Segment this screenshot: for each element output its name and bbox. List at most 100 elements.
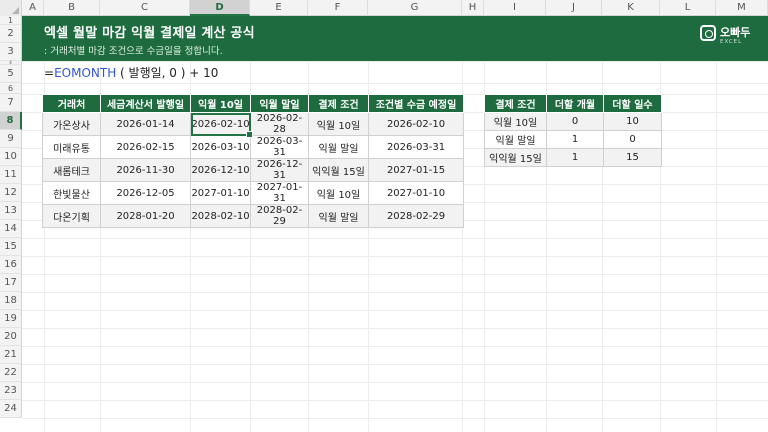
column-header-I[interactable]: I	[484, 0, 546, 16]
column-header-D[interactable]: D	[190, 0, 250, 16]
column-header-L[interactable]: L	[660, 0, 716, 16]
table-cell[interactable]: 익월 말일	[308, 135, 369, 159]
table-cell[interactable]: 2026-02-28	[250, 112, 309, 136]
gridline	[22, 364, 768, 365]
column-header-M[interactable]: M	[716, 0, 768, 16]
table-cell[interactable]: 익월 말일	[308, 204, 369, 228]
gridline	[546, 16, 547, 432]
table-cell[interactable]: 익익월 15일	[484, 148, 547, 167]
table-cell[interactable]: 2027-01-15	[368, 158, 464, 182]
table-cell[interactable]: 익월 10일	[484, 112, 547, 131]
table-cell[interactable]: 2028-02-29	[368, 204, 464, 228]
row-header-1[interactable]: 1	[0, 16, 22, 25]
row-header-5[interactable]: 5	[0, 65, 22, 83]
page-title: 엑셀 월말 마감 익월 결제일 계산 공식	[44, 26, 255, 41]
row-header-11[interactable]: 11	[0, 166, 22, 184]
formula-args: ( 발행일, 0 ) + 10	[116, 66, 219, 80]
formula-prefix: =	[44, 66, 55, 80]
select-all-corner[interactable]	[0, 0, 22, 16]
table-row: 미래유통 2026-02-15 2026-03-10 2026-03-31 익월…	[42, 135, 464, 159]
row-header-9[interactable]: 9	[0, 130, 22, 148]
active-cell[interactable]: 2026-02-10	[190, 112, 254, 139]
table-cell[interactable]: 1	[546, 148, 604, 167]
row-header-17[interactable]: 17	[0, 274, 22, 292]
column-header-B[interactable]: B	[44, 0, 100, 16]
table-row: 익월 말일 1 0	[484, 130, 662, 149]
table-cell[interactable]: 2026-01-14	[100, 112, 191, 136]
page-subtitle: : 거래처별 마감 조건으로 수금일을 정합니다.	[44, 46, 223, 57]
table-cell[interactable]: 2028-01-20	[100, 204, 191, 228]
column-header-E[interactable]: E	[250, 0, 308, 16]
gridline	[22, 256, 768, 257]
table-cell[interactable]: 0	[546, 112, 604, 131]
column-header-C[interactable]: C	[100, 0, 190, 16]
row-header-18[interactable]: 18	[0, 292, 22, 310]
row-header-2[interactable]: 2	[0, 25, 22, 43]
table-row: 익익월 15일 1 15	[484, 148, 662, 167]
table-cell[interactable]: 미래유통	[42, 135, 101, 159]
table-cell[interactable]: 2028-02-29	[250, 204, 309, 228]
row-header-16[interactable]: 16	[0, 256, 22, 274]
row-header-19[interactable]: 19	[0, 310, 22, 328]
header-payment-term[interactable]: 결제 조건	[308, 94, 369, 113]
row-header-21[interactable]: 21	[0, 346, 22, 364]
header-client[interactable]: 거래처	[42, 94, 101, 113]
table-cell[interactable]: 익월 10일	[308, 112, 369, 136]
row-header-12[interactable]: 12	[0, 184, 22, 202]
table-cell[interactable]: 2026-11-30	[100, 158, 191, 182]
table-cell[interactable]: 2026-03-31	[368, 135, 464, 159]
logo-text: 오빠두	[720, 26, 751, 39]
row-header-24[interactable]: 24	[0, 400, 22, 418]
table-cell[interactable]: 가온상사	[42, 112, 101, 136]
header-invoice-date[interactable]: 세금계산서 발행일	[100, 94, 191, 113]
table-cell[interactable]: 2026-12-10	[190, 158, 251, 182]
header-add-months[interactable]: 더할 개월	[546, 94, 604, 113]
column-header-J[interactable]: J	[546, 0, 602, 16]
table-row: 가온상사 2026-01-14 2026-02-10 2026-02-28 익월…	[42, 112, 464, 139]
table-cell[interactable]: 새롬테크	[42, 158, 101, 182]
table-cell[interactable]: 2026-03-10	[190, 135, 251, 159]
table-cell[interactable]: 한빛물산	[42, 181, 101, 205]
table-cell[interactable]: 15	[603, 148, 662, 167]
column-header-A[interactable]: A	[22, 0, 44, 16]
row-header-10[interactable]: 10	[0, 148, 22, 166]
table-cell[interactable]: 2026-02-15	[100, 135, 191, 159]
header-payment-term[interactable]: 결제 조건	[484, 94, 547, 113]
row-header-23[interactable]: 23	[0, 382, 22, 400]
gridline	[22, 400, 768, 401]
header-expected-date[interactable]: 조건별 수금 예정일	[368, 94, 464, 113]
table-cell[interactable]: 2026-12-31	[250, 158, 309, 182]
row-header-20[interactable]: 20	[0, 328, 22, 346]
table-cell[interactable]: 10	[603, 112, 662, 131]
table-cell[interactable]: 2026-02-10	[368, 112, 464, 136]
table-cell[interactable]: 익월 말일	[484, 130, 547, 149]
row-header-22[interactable]: 22	[0, 364, 22, 382]
table-cell[interactable]: 2027-01-10	[190, 181, 251, 205]
table-cell[interactable]: 2026-12-05	[100, 181, 191, 205]
column-header-G[interactable]: G	[368, 0, 462, 16]
table-cell[interactable]: 1	[546, 130, 604, 149]
row-header-3[interactable]: 3	[0, 43, 22, 61]
table-cell[interactable]: 2028-02-10	[190, 204, 251, 228]
column-header-K[interactable]: K	[602, 0, 660, 16]
gridline	[22, 382, 768, 383]
table-cell[interactable]: 0	[603, 130, 662, 149]
row-header-15[interactable]: 15	[0, 238, 22, 256]
table-cell[interactable]: 익월 10일	[308, 181, 369, 205]
table-cell[interactable]: 2027-01-10	[368, 181, 464, 205]
row-header-14[interactable]: 14	[0, 220, 22, 238]
row-header-13[interactable]: 13	[0, 202, 22, 220]
header-next-month-10[interactable]: 익월 10일	[190, 94, 251, 113]
table-cell[interactable]: 2027-01-31	[250, 181, 309, 205]
table-cell[interactable]: 2026-03-31	[250, 135, 309, 159]
column-header-H[interactable]: H	[462, 0, 484, 16]
table-cell[interactable]: 다온기획	[42, 204, 101, 228]
header-add-days[interactable]: 더할 일수	[603, 94, 662, 113]
table-cell[interactable]: 익익월 15일	[308, 158, 369, 182]
row-header-7[interactable]: 7	[0, 94, 22, 112]
column-header-F[interactable]: F	[308, 0, 368, 16]
gridline	[22, 61, 768, 62]
row-header-6[interactable]: 6	[0, 83, 22, 94]
row-header-8[interactable]: 8	[0, 112, 22, 130]
header-next-month-end[interactable]: 익월 말일	[250, 94, 309, 113]
